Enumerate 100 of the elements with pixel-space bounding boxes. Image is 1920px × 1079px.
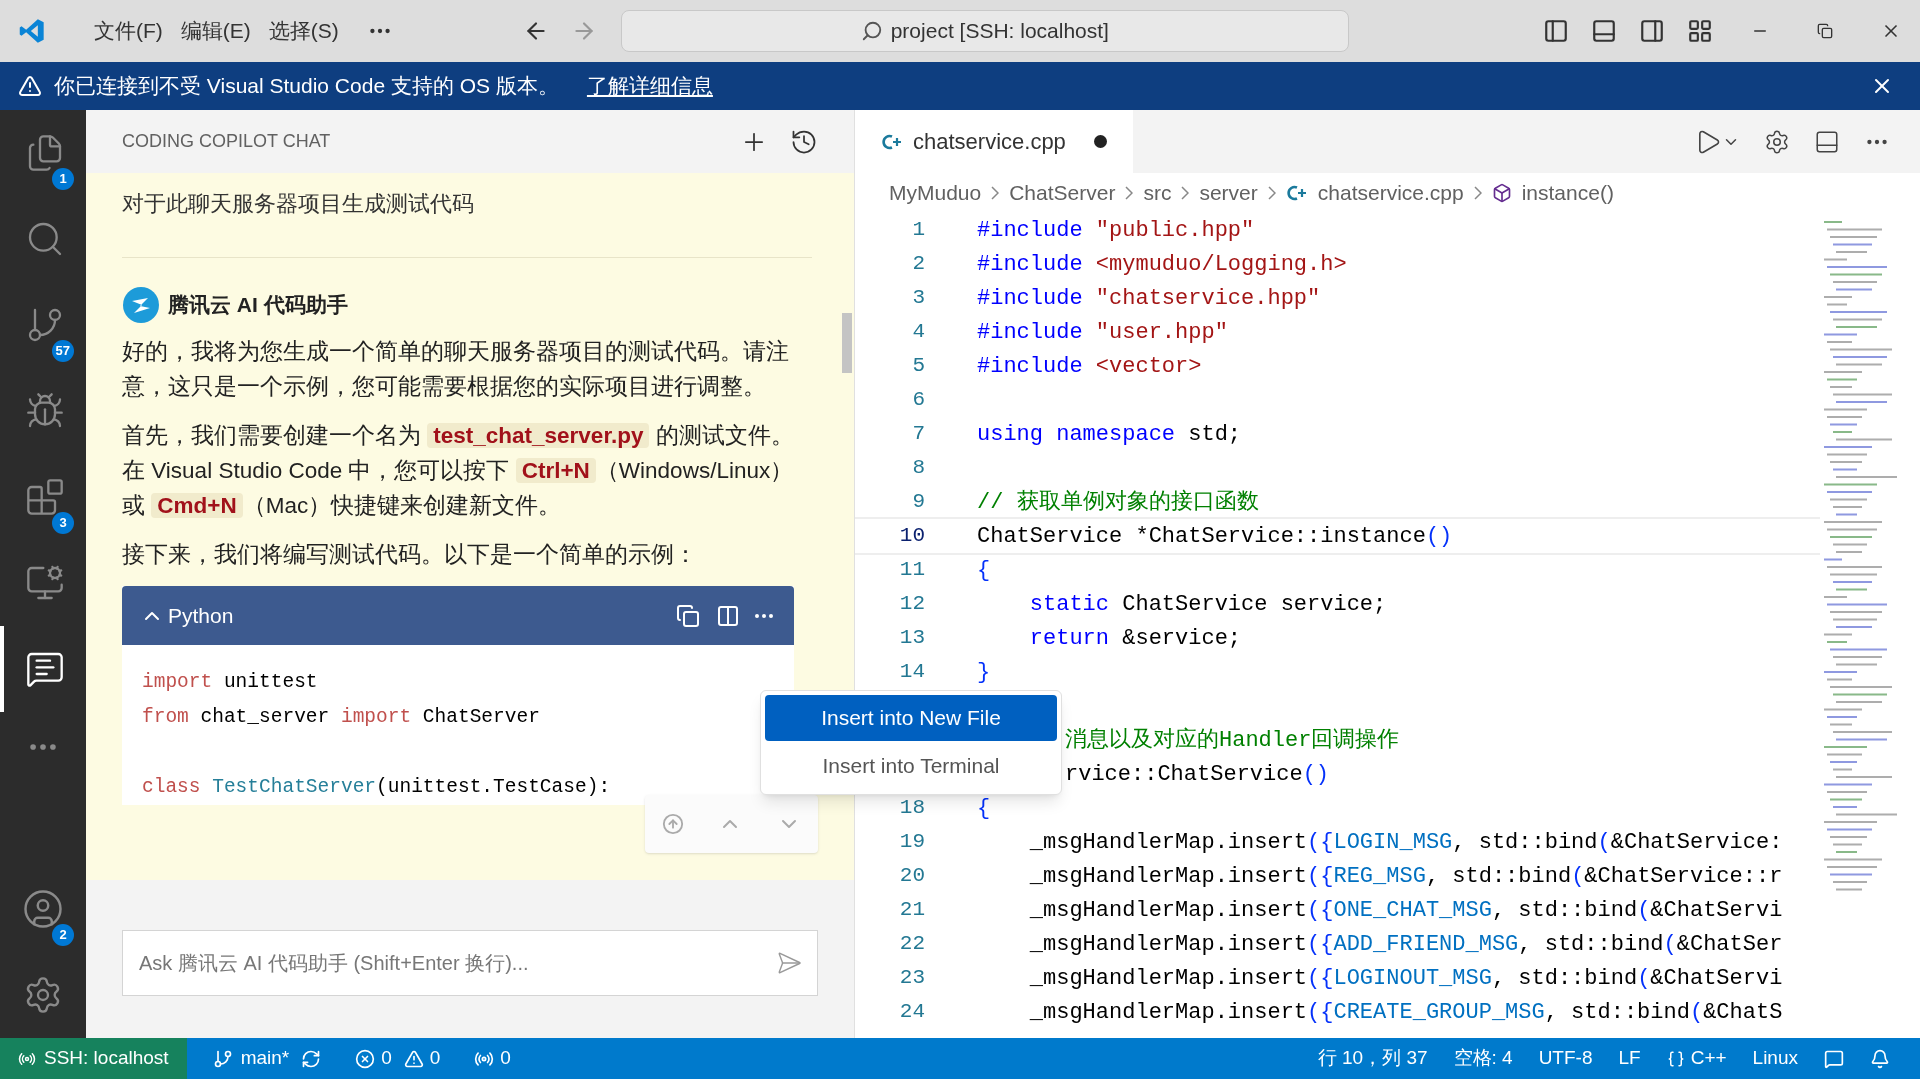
assistant-avatar-icon <box>122 286 160 324</box>
secondary-sidebar-icon[interactable] <box>1638 18 1665 44</box>
line-number: 24 <box>898 999 925 1026</box>
chat-paragraph: 好的，我将为您生成一个简单的聊天服务器项目的测试代码。请注意，这只是一个示例，您可能需要根据您的实际项目进行调整。 <box>122 338 790 401</box>
search-field[interactable]: project [SSH: localhost] <box>620 10 1349 52</box>
chevron-right-icon <box>991 186 1000 200</box>
menu-item[interactable]: Insert into New File <box>765 695 1057 741</box>
cursor-position[interactable]: 行 10，列 37 <box>1317 1044 1428 1073</box>
warning-icon <box>18 74 42 98</box>
line-number: 10 <box>898 523 925 550</box>
editor-tab[interactable]: chatservice.cpp <box>855 110 1133 173</box>
chevron-right-icon <box>1267 186 1276 200</box>
breadcrumb-item[interactable]: instance() <box>1521 177 1614 209</box>
breadcrumb-item[interactable]: MyMuduo <box>889 177 982 209</box>
send-icon[interactable] <box>776 950 802 976</box>
chat-paragraph: 接下来，我们将编写测试代码。以下是一个简单的示例： <box>122 541 698 569</box>
line-number: 5 <box>911 353 925 380</box>
code-line: using namespace std; <box>977 420 1242 449</box>
search-icon <box>860 20 883 42</box>
line-number: 8 <box>911 455 925 482</box>
activity-item[interactable]: 1 <box>0 110 86 196</box>
error-icon <box>355 1048 376 1069</box>
error-count[interactable]: 0 <box>381 1044 392 1073</box>
learn-more-link[interactable]: 了解详细信息 <box>586 70 713 102</box>
chat-paragraph: 首先，我们需要创建一个名为 test_chat_server.py 的测试文件。在 Visual Studio Code 中，您可以按下 Ctrl+N （Windows/Linux）或 Cmd+N （Mac）快捷键来创建新文件。 <box>122 422 795 520</box>
code-line: { <box>977 794 991 823</box>
settings-icon[interactable] <box>1764 128 1790 155</box>
code-line: #include <vector> <box>977 352 1202 381</box>
indentation[interactable]: 空格: 4 <box>1453 1044 1513 1073</box>
warning-icon <box>403 1048 424 1069</box>
line-number: 20 <box>898 863 925 890</box>
warning-count[interactable]: 0 <box>429 1044 441 1073</box>
code-line: #include "public.hpp" <box>977 216 1255 245</box>
layout-icon[interactable] <box>1686 18 1713 44</box>
line-number: 22 <box>898 931 925 958</box>
code-line: _msgHandlerMap.insert({LOGINOUT_MSG, std::bind(&ChatServi <box>1028 964 1783 993</box>
code-line: _msgHandlerMap.insert({CREATE_GROUP_MSG, std::bind(&ChatS <box>1028 998 1783 1027</box>
platform[interactable]: Linux <box>1752 1044 1798 1073</box>
count-badge: 3 <box>52 512 74 534</box>
breadcrumb-item[interactable]: ChatServer <box>1009 177 1116 209</box>
activity-item[interactable]: 57 <box>0 282 86 368</box>
insert-icon[interactable] <box>716 603 740 628</box>
code-line: class TestChatServer(unittest.TestCase): <box>142 774 611 800</box>
chat-input[interactable]: Ask 腾讯云 AI 代码助手 (Shift+Enter 换行)... <box>122 930 818 996</box>
branch-name[interactable]: main* <box>240 1044 290 1073</box>
code-line: ChatService *ChatService::instance() <box>977 522 1453 551</box>
code-language: Python <box>168 602 234 629</box>
accounts-icon[interactable] <box>22 888 64 930</box>
code-line: #include "chatservice.hpp" <box>977 284 1321 313</box>
breadcrumb-item[interactable]: server <box>1199 177 1258 209</box>
extensions-icon <box>25 477 65 517</box>
menu-item[interactable]: Insert into Terminal <box>765 743 1057 789</box>
sync-icon[interactable] <box>301 1048 322 1069</box>
banner-message: 你已连接到不受 Visual Studio Code 支持的 OS 版本。 <box>54 73 559 100</box>
language-mode[interactable]: C++ <box>1690 1044 1727 1073</box>
breadcrumb-item[interactable]: chatservice.cpp <box>1317 177 1464 209</box>
split-editor-icon[interactable] <box>1814 128 1840 155</box>
line-number: 6 <box>911 387 925 414</box>
line-number: 1 <box>911 217 925 244</box>
menu-item[interactable]: 文件(F) <box>94 15 163 47</box>
user-message: 对于此聊天服务器项目生成测试代码 <box>122 190 475 218</box>
assistant-name: 腾讯云 AI 代码助手 <box>168 292 348 319</box>
restore-icon[interactable] <box>1816 23 1833 39</box>
cube-icon <box>1491 183 1512 203</box>
line-ending[interactable]: LF <box>1618 1044 1641 1073</box>
line-number: 14 <box>898 659 925 686</box>
code-line: } <box>977 658 991 687</box>
feedback-icon[interactable] <box>1824 1048 1844 1069</box>
code-line: return &service; <box>1028 624 1242 653</box>
line-number: 12 <box>898 591 925 618</box>
chevron-right-icon <box>1473 186 1482 200</box>
code-line: 消息以及对应的Handler回调操作 <box>1065 726 1400 755</box>
code-line: #include <mymuduo/Logging.h> <box>977 250 1347 279</box>
sidebar-toggle-icon[interactable] <box>1542 18 1569 44</box>
encoding[interactable]: UTF-8 <box>1538 1044 1593 1073</box>
code-line: rvice::ChatService() <box>1065 760 1330 789</box>
menu-item[interactable]: 选择(S) <box>268 15 339 47</box>
braces-icon <box>1666 1049 1685 1068</box>
menu-item[interactable]: 编辑(E) <box>180 15 251 47</box>
notifications-icon[interactable] <box>1870 1048 1890 1069</box>
line-number: 9 <box>911 489 925 516</box>
code-line: { <box>977 556 991 585</box>
branch-icon <box>212 1048 233 1069</box>
count-badge: 1 <box>52 168 74 190</box>
ports-count[interactable]: 0 <box>500 1044 511 1073</box>
cpp-file-icon <box>881 132 903 151</box>
app-logo-icon <box>18 17 46 45</box>
remote-indicator[interactable]: SSH: localhost <box>0 1038 187 1079</box>
line-number: 23 <box>898 965 925 992</box>
line-number: 19 <box>898 829 925 856</box>
chevron-right-icon <box>1125 186 1134 200</box>
panel-toggle-icon[interactable] <box>1590 18 1617 44</box>
code-line: static ChatService service; <box>1028 590 1387 619</box>
copy-icon[interactable] <box>676 603 700 628</box>
line-number: 4 <box>911 319 925 346</box>
count-badge: 57 <box>51 340 74 362</box>
code-line: // 获取单例对象的接口函数 <box>977 488 1259 517</box>
breadcrumb-item[interactable]: src <box>1143 177 1172 209</box>
panel-title: CODING COPILOT CHAT <box>122 130 331 153</box>
activity-item[interactable]: 3 <box>0 454 86 540</box>
